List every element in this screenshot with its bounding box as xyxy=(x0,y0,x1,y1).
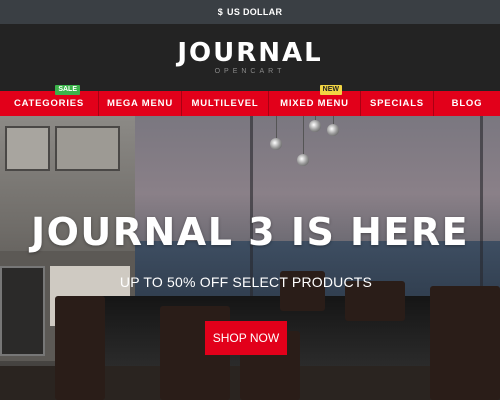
logo-wordmark: JOURNAL xyxy=(177,38,323,68)
nav-item-label: MULTILEVEL xyxy=(191,98,259,109)
nav-item-label: SPECIALS xyxy=(370,98,424,109)
currency-label: US DOLLAR xyxy=(227,7,283,17)
logo[interactable]: JOURNAL OPENCART xyxy=(177,40,322,75)
nav-item-label: MIXED MENU xyxy=(280,98,349,109)
currency-selector[interactable]: $ US DOLLAR xyxy=(218,7,283,17)
new-badge: NEW xyxy=(319,85,342,95)
nav-item-specials[interactable]: SPECIALS xyxy=(361,91,434,116)
nav-item-multilevel[interactable]: MULTILEVEL xyxy=(182,91,269,116)
header: JOURNAL OPENCART xyxy=(0,24,500,91)
hero-subtitle: UP TO 50% OFF SELECT PRODUCTS xyxy=(119,274,373,290)
nav-item-mixed-menu[interactable]: MIXED MENU NEW xyxy=(269,85,361,116)
hero-banner[interactable]: JOURNAL 3 IS HERE UP TO 50% OFF SELECT P… xyxy=(0,116,500,400)
sale-badge: SALE xyxy=(55,85,80,95)
shop-now-button[interactable]: SHOP NOW xyxy=(205,321,287,355)
currency-symbol: $ xyxy=(217,7,224,17)
hero-title: JOURNAL 3 IS HERE xyxy=(30,210,470,254)
nav-item-label: CATEGORIES xyxy=(13,98,85,109)
top-bar: $ US DOLLAR xyxy=(0,0,500,24)
nav-item-label: MEGA MENU xyxy=(107,98,173,109)
nav-item-label: BLOG xyxy=(451,98,483,109)
nav-item-mega-menu[interactable]: MEGA MENU xyxy=(99,91,182,116)
nav-item-categories[interactable]: CATEGORIES SALE xyxy=(0,85,99,116)
logo-tagline: OPENCART xyxy=(214,68,286,75)
nav-item-blog[interactable]: BLOG xyxy=(434,91,500,116)
main-nav: CATEGORIES SALE MEGA MENU MULTILEVEL MIX… xyxy=(0,85,500,116)
